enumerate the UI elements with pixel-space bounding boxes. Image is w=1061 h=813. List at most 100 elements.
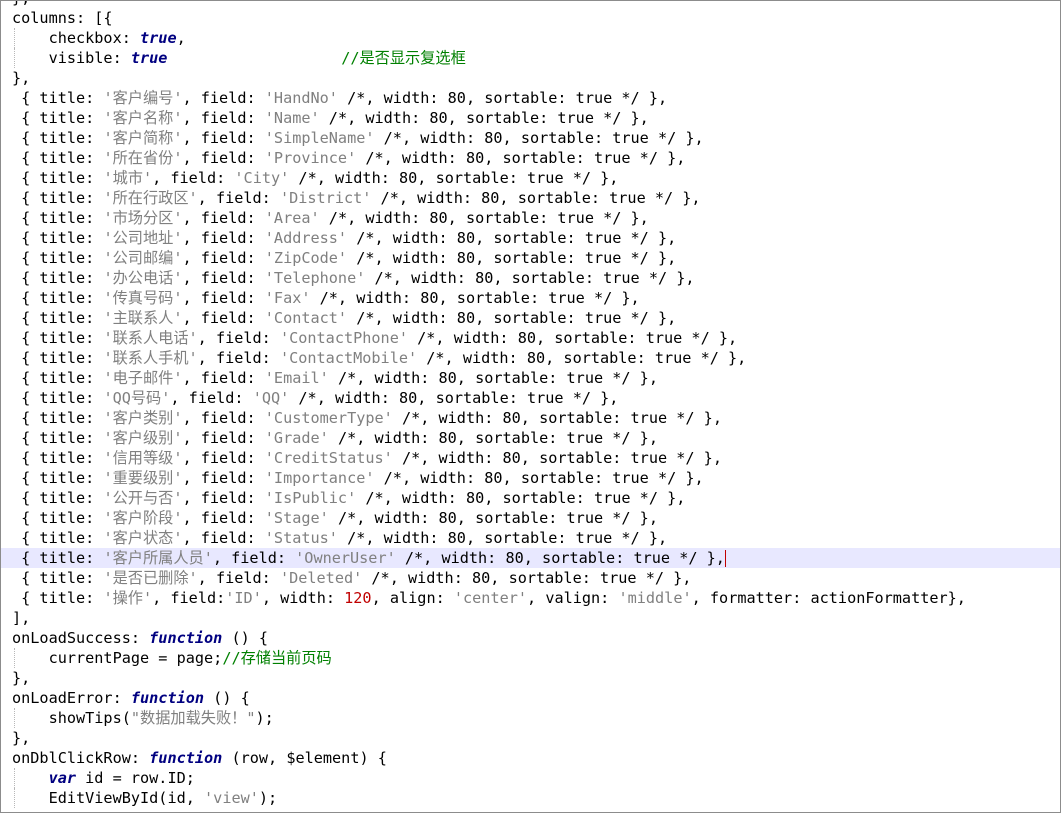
code-line[interactable]: }, (1, 728, 1060, 748)
code-line[interactable]: }, (1, 668, 1060, 688)
code-token: { title: (12, 169, 104, 187)
code-token: { title: (12, 589, 104, 607)
code-token: , field: (182, 229, 265, 247)
code-line[interactable]: { title: '传真号码', field: 'Fax' /*, width:… (1, 288, 1060, 308)
code-token: 'Contact' (264, 309, 348, 327)
code-line[interactable]: { title: '联系人手机', field: 'ContactMobile'… (1, 348, 1060, 368)
code-token: '市场分区' (103, 209, 183, 227)
code-token: /*, width: 80, sortable: true */ }, (407, 329, 738, 347)
code-line[interactable]: { title: '电子邮件', field: 'Email' /*, widt… (1, 368, 1060, 388)
code-token: , width: (261, 589, 345, 607)
code-line[interactable]: { title: '客户类别', field: 'CustomerType' /… (1, 408, 1060, 428)
code-line[interactable]: currentPage = page;//存储当前页码 (1, 648, 1060, 668)
code-token: 'Area' (264, 209, 320, 227)
code-token: '联系人电话' (103, 329, 198, 347)
code-line[interactable]: }, (1, 68, 1060, 88)
indent-guide (14, 48, 15, 68)
code-line[interactable]: { title: '办公电话', field: 'Telephone' /*, … (1, 268, 1060, 288)
code-line[interactable]: { title: '公司邮编', field: 'ZipCode' /*, wi… (1, 248, 1060, 268)
code-token: function (130, 689, 205, 707)
code-line[interactable]: { title: '所在行政区', field: 'District' /*, … (1, 188, 1060, 208)
code-line[interactable]: { title: '公开与否', field: 'IsPublic' /*, w… (1, 488, 1060, 508)
code-token: 'Email' (264, 369, 329, 387)
code-line[interactable]: showTips("数据加载失败！"); (1, 708, 1060, 728)
code-token: ); (255, 709, 274, 727)
code-line[interactable]: var id = row.ID; (1, 768, 1060, 788)
code-token: 'ZipCode' (264, 249, 348, 267)
code-token: 'HandNo' (264, 89, 338, 107)
code-line[interactable]: { title: '客户简称', field: 'SimpleName' /*,… (1, 128, 1060, 148)
code-token: '客户所属人员' (103, 549, 213, 567)
code-line[interactable]: { title: '客户状态', field: 'Status' /*, wid… (1, 528, 1060, 548)
code-token: , valign: (527, 589, 619, 607)
code-line[interactable]: ], (1, 608, 1060, 628)
code-line[interactable]: { title: '客户阶段', field: 'Stage' /*, widt… (1, 508, 1060, 528)
code-token: 'OwnerUser' (295, 549, 396, 567)
code-token: '客户状态' (103, 529, 183, 547)
code-line[interactable]: columns: [{ (1, 8, 1060, 28)
code-line[interactable]: { title: '所在省份', field: 'Province' /*, w… (1, 148, 1060, 168)
code-token: , field: (197, 329, 280, 347)
code-token: /*, width: 80, sortable: true */ }, (319, 209, 649, 227)
code-token: 'Deleted' (279, 569, 363, 587)
code-token: /*, width: 80, sortable: true */ }, (356, 489, 686, 507)
code-token: '客户阶段' (103, 509, 183, 527)
code-token: { title: (12, 309, 104, 327)
code-token: { title: (12, 89, 104, 107)
code-line[interactable]: { title: '主联系人', field: 'Contact' /*, wi… (1, 308, 1060, 328)
code-token: showTips( (12, 709, 131, 727)
code-token: //存储当前页码 (222, 649, 332, 667)
code-token: 'District' (279, 189, 372, 207)
text-caret (724, 550, 726, 567)
code-token: onDblClickRow: (12, 749, 150, 767)
indent-guide (14, 28, 15, 48)
code-line[interactable]: onDblClickRow: function (row, $element) … (1, 748, 1060, 768)
code-line[interactable]: { title: '重要级别', field: 'Importance' /*,… (1, 468, 1060, 488)
code-token: { title: (12, 189, 104, 207)
code-line[interactable]: onLoadSuccess: function () { (1, 628, 1060, 648)
code-token: 'Telephone' (264, 269, 366, 287)
code-line[interactable]: { title: '信用等级', field: 'CreditStatus' /… (1, 448, 1060, 468)
code-token: var (48, 769, 77, 787)
code-line[interactable]: EditViewById(id, 'view'); (1, 788, 1060, 808)
code-token: columns: [{ (12, 9, 113, 27)
code-token: , field: (182, 309, 265, 327)
code-line[interactable]: }, (1, 1, 1060, 8)
code-line[interactable]: { title: '客户编号', field: 'HandNo' /*, wid… (1, 88, 1060, 108)
code-token: 'Province' (264, 149, 357, 167)
code-token: , field: (182, 289, 265, 307)
current-code-line[interactable]: { title: '客户所属人员', field: 'OwnerUser' /*… (1, 548, 1060, 568)
code-line[interactable]: { title: '客户名称', field: 'Name' /*, width… (1, 108, 1060, 128)
code-line[interactable]: visible: true //是否显示复选框 (1, 48, 1060, 68)
code-token: 'middle' (618, 589, 692, 607)
code-token: 'center' (453, 589, 528, 607)
code-editor[interactable]: }, columns: [{ checkbox: true, visible: t… (0, 0, 1061, 813)
code-token: visible: (12, 49, 131, 67)
code-line[interactable]: checkbox: true, (1, 28, 1060, 48)
code-token: 'view' (204, 789, 259, 807)
code-line[interactable]: { title: '城市', field: 'City' /*, width: … (1, 168, 1060, 188)
code-token: 120 (344, 589, 372, 607)
code-token: , field: (170, 389, 253, 407)
code-line[interactable]: { title: '联系人电话', field: 'ContactPhone' … (1, 328, 1060, 348)
code-token: '传真号码' (103, 289, 183, 307)
code-token: /*, width: 80, sortable: true */ }, (289, 389, 619, 407)
code-token: 'QQ号码' (103, 389, 171, 407)
code-token: /*, width: 80, sortable: true */ }, (337, 89, 668, 107)
code-token: , field: (182, 209, 265, 227)
code-line[interactable]: { title: 'QQ号码', field: 'QQ' /*, width: … (1, 388, 1060, 408)
code-line[interactable]: { title: '公司地址', field: 'Address' /*, wi… (1, 228, 1060, 248)
code-token: '客户简称' (103, 129, 183, 147)
indent-guide (14, 708, 15, 728)
code-line[interactable]: { title: '市场分区', field: 'Area' /*, width… (1, 208, 1060, 228)
code-token: '联系人手机' (103, 349, 198, 367)
code-token: '办公电话' (103, 269, 183, 287)
code-line[interactable]: { title: '操作', field:'ID', width: 120, a… (1, 588, 1060, 608)
code-token: }, (12, 1, 30, 7)
code-line[interactable]: { title: '客户级别', field: 'Grade' /*, widt… (1, 428, 1060, 448)
code-token: { title: (12, 209, 104, 227)
code-line[interactable]: onLoadError: function () { (1, 688, 1060, 708)
code-line[interactable]: { title: '是否已删除', field: 'Deleted' /*, w… (1, 568, 1060, 588)
code-token: /*, width: 80, sortable: true */ }, (347, 249, 677, 267)
code-token: { title: (12, 489, 104, 507)
